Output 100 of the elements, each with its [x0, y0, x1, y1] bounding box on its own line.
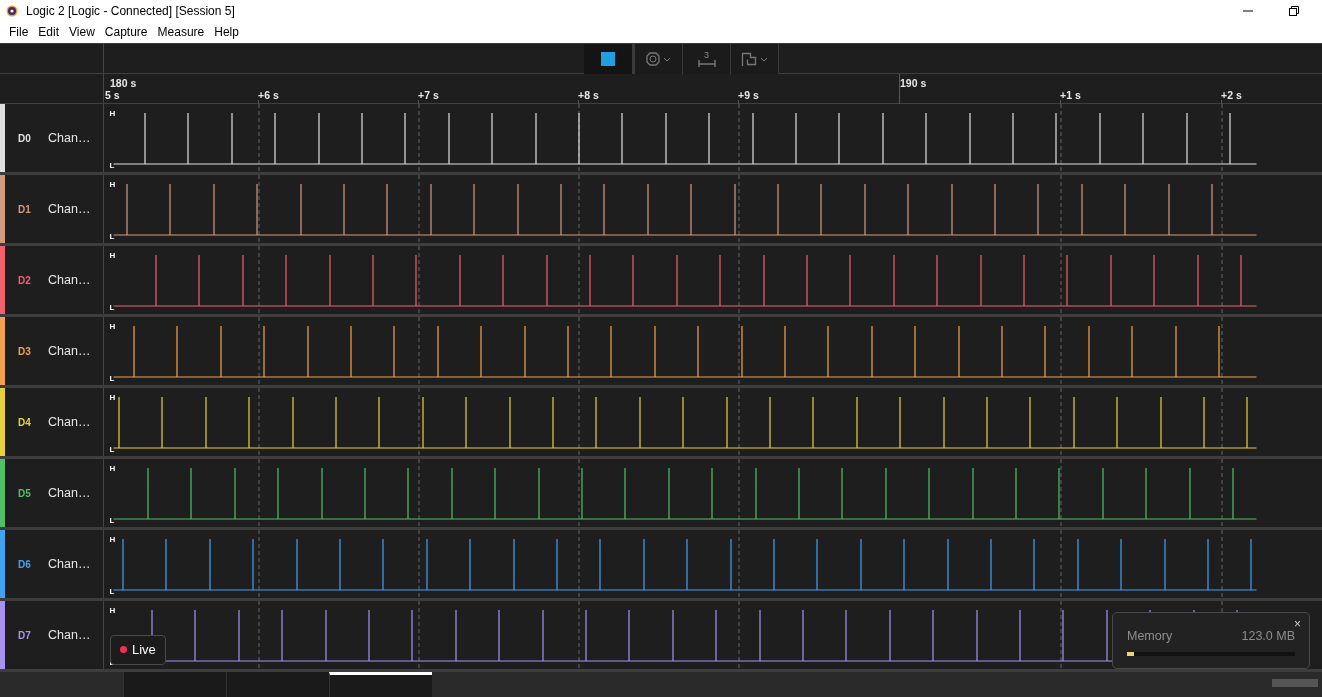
trigger-button[interactable]: [635, 44, 683, 74]
channel-name[interactable]: Chan…: [48, 412, 91, 432]
chevron-icon: [760, 55, 768, 63]
high-label: H: [109, 322, 116, 331]
time-label: 5 s: [105, 88, 120, 103]
high-label: H: [109, 393, 116, 402]
high-label: H: [109, 180, 116, 189]
marker-count: 3: [704, 51, 709, 60]
menu-item[interactable]: Edit: [33, 22, 65, 43]
grid-line: [418, 601, 420, 669]
channel-id: D5: [18, 486, 32, 501]
grid-line: [1221, 530, 1223, 598]
app-logo-icon: [6, 5, 18, 17]
low-label: L: [109, 161, 115, 170]
grid-line: [258, 317, 260, 385]
grid-line: [258, 175, 260, 243]
channel-id: D6: [18, 557, 32, 572]
grid-line: [1060, 459, 1062, 527]
menu-item[interactable]: Help: [209, 22, 244, 43]
channel-name[interactable]: Chan…: [48, 199, 91, 219]
grid-line: [738, 175, 740, 243]
grid-line: [258, 530, 260, 598]
channel-id: D4: [18, 415, 32, 430]
low-label: L: [109, 445, 115, 454]
grid-line: [578, 459, 580, 527]
grid-line: [258, 104, 260, 172]
scrollbar-thumb[interactable]: [1272, 679, 1318, 687]
restore-icon[interactable]: [1288, 5, 1300, 17]
channel-name[interactable]: Chan…: [48, 554, 91, 574]
grid-line: [418, 246, 420, 314]
time-label: 190 s: [900, 76, 927, 91]
stop-button[interactable]: [584, 44, 635, 74]
high-label: H: [109, 464, 116, 473]
time-label: +1 s: [1060, 88, 1081, 103]
channel-name[interactable]: Chan…: [48, 483, 91, 503]
grid-line: [1221, 388, 1223, 456]
time-label: +9 s: [738, 88, 759, 103]
ruler-icon: [697, 60, 716, 67]
grid-line: [578, 104, 580, 172]
channel-id: D7: [18, 628, 32, 643]
grid-line: [738, 317, 740, 385]
channel-id: D2: [18, 273, 32, 288]
grid-line: [738, 388, 740, 456]
time-label: +2 s: [1221, 88, 1242, 103]
channel-name[interactable]: Chan…: [48, 341, 91, 361]
window-title: Logic 2 [Logic - Connected] [Session 5]: [26, 3, 235, 20]
channel-name[interactable]: Chan…: [48, 625, 91, 645]
time-label: 180 s: [110, 76, 137, 91]
grid-line: [578, 388, 580, 456]
octagon-icon: [646, 52, 660, 66]
grid-line: [1060, 175, 1062, 243]
close-button[interactable]: ×: [1294, 615, 1301, 633]
grid-line: [1221, 317, 1223, 385]
memory-reading: 123.0 MB: [1241, 628, 1295, 645]
grid-line: [1060, 317, 1062, 385]
grid-line: [738, 530, 740, 598]
grid-line: [1060, 246, 1062, 314]
grid-line: [1221, 459, 1223, 527]
grid-line: [1060, 530, 1062, 598]
grid-line: [578, 175, 580, 243]
menu-item[interactable]: Capture: [99, 22, 153, 43]
high-label: H: [109, 535, 116, 544]
high-label: H: [109, 109, 116, 118]
grid-line: [1221, 246, 1223, 314]
low-label: L: [109, 232, 115, 241]
grid-line: [1060, 601, 1062, 669]
channel-id: D3: [18, 344, 32, 359]
time-label: +8 s: [578, 88, 599, 103]
flag-icon: [741, 51, 757, 67]
grid-line: [578, 601, 580, 669]
time-label: +6 s: [258, 88, 279, 103]
marker-button[interactable]: 3: [683, 44, 731, 74]
stop-icon: [601, 52, 615, 66]
grid-line: [1060, 388, 1062, 456]
channel-name[interactable]: Chan…: [48, 270, 91, 290]
channel-id: D1: [18, 202, 32, 217]
memory-label: Memory: [1127, 628, 1173, 645]
low-label: L: [109, 374, 115, 383]
menu-item[interactable]: File: [4, 22, 34, 43]
grid-line: [578, 317, 580, 385]
channel-name[interactable]: Chan…: [48, 128, 91, 148]
annotation-button[interactable]: [731, 44, 779, 74]
channel-id: D0: [18, 131, 32, 146]
grid-line: [418, 530, 420, 598]
live-dot-icon: [120, 646, 127, 654]
grid-line: [258, 601, 260, 669]
menu-item[interactable]: View: [64, 22, 100, 43]
grid-line: [738, 601, 740, 669]
grid-line: [418, 317, 420, 385]
grid-line: [738, 104, 740, 172]
grid-line: [418, 175, 420, 243]
grid-line: [418, 388, 420, 456]
chevron-icon: [663, 55, 671, 63]
grid-line: [1060, 104, 1062, 172]
grid-line: [258, 388, 260, 456]
grid-line: [258, 459, 260, 527]
grid-line: [1221, 175, 1223, 243]
grid-line: [418, 459, 420, 527]
menu-item[interactable]: Measure: [152, 22, 210, 43]
high-label: H: [109, 606, 116, 615]
